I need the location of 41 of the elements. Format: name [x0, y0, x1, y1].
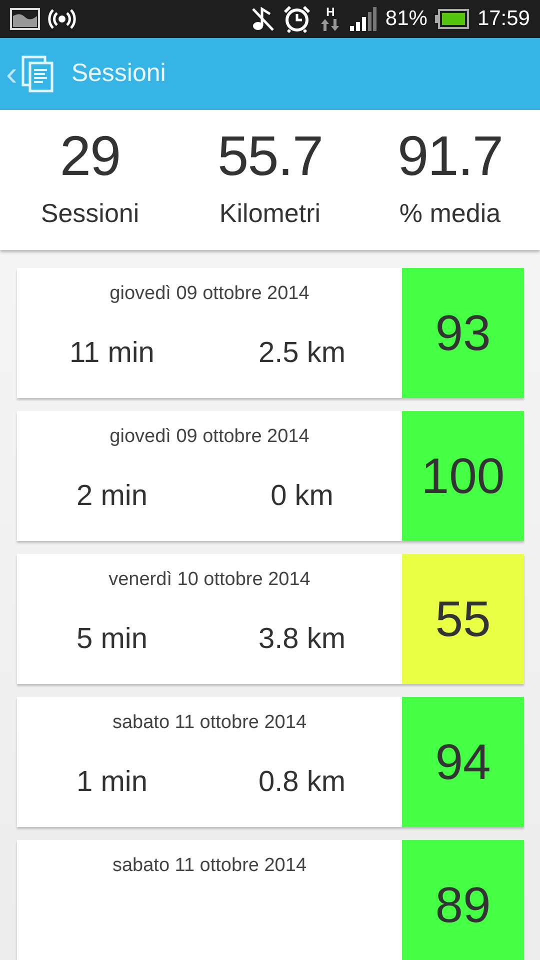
summary-value: 55.7: [218, 128, 322, 184]
score-tile: 100: [402, 411, 524, 541]
alarm-icon: [283, 5, 312, 33]
score-tile: 94: [402, 697, 524, 827]
summary-value: 29: [60, 128, 120, 184]
session-card[interactable]: giovedì 09 ottobre 2014 2 min 0 km 100: [17, 411, 524, 541]
picture-icon: [10, 8, 40, 30]
network-type-label: H: [326, 6, 335, 18]
documents-icon: [21, 55, 56, 93]
summary-value: 91.7: [398, 128, 502, 184]
session-duration: 2 min: [76, 478, 148, 514]
screen-title: Sessioni: [71, 58, 166, 90]
summary-label: % media: [399, 196, 501, 230]
session-card[interactable]: venerdì 10 ottobre 2014 5 min 3.8 km 55: [17, 554, 524, 684]
session-card[interactable]: sabato 11 ottobre 2014 1 min 0.8 km 94: [17, 697, 524, 827]
broadcast-icon: [48, 8, 76, 30]
session-duration: 1 min: [76, 764, 148, 800]
session-duration: 11 min: [68, 336, 156, 370]
session-distance: 3.8 km: [257, 622, 347, 656]
session-card[interactable]: sabato 11 ottobre 2014 89: [17, 840, 524, 960]
battery-percent: 81%: [385, 6, 428, 32]
summary-label: Sessioni: [40, 196, 140, 230]
score-tile: 93: [402, 268, 524, 398]
session-date: giovedì 09 ottobre 2014: [108, 282, 310, 306]
session-date: sabato 11 ottobre 2014: [111, 854, 308, 878]
session-date: sabato 11 ottobre 2014: [111, 711, 308, 735]
score-tile: 89: [402, 840, 524, 960]
muted-note-icon: [251, 6, 276, 32]
data-arrows-icon: [320, 18, 340, 32]
clock-time: 17:59: [477, 6, 530, 32]
score-tile: 55: [402, 554, 524, 684]
session-distance: 0.8 km: [257, 764, 347, 800]
signal-icon: [349, 7, 378, 31]
session-card[interactable]: giovedì 09 ottobre 2014 11 min 2.5 km 93: [17, 268, 524, 398]
session-distance: 2.5 km: [257, 336, 347, 370]
session-date: giovedì 09 ottobre 2014: [108, 425, 310, 449]
battery-icon: [435, 9, 470, 29]
summary-label: Kilometri: [219, 196, 321, 230]
session-duration: 5 min: [76, 622, 148, 656]
session-date: venerdì 10 ottobre 2014: [108, 568, 312, 592]
session-distance: 0 km: [270, 478, 334, 514]
